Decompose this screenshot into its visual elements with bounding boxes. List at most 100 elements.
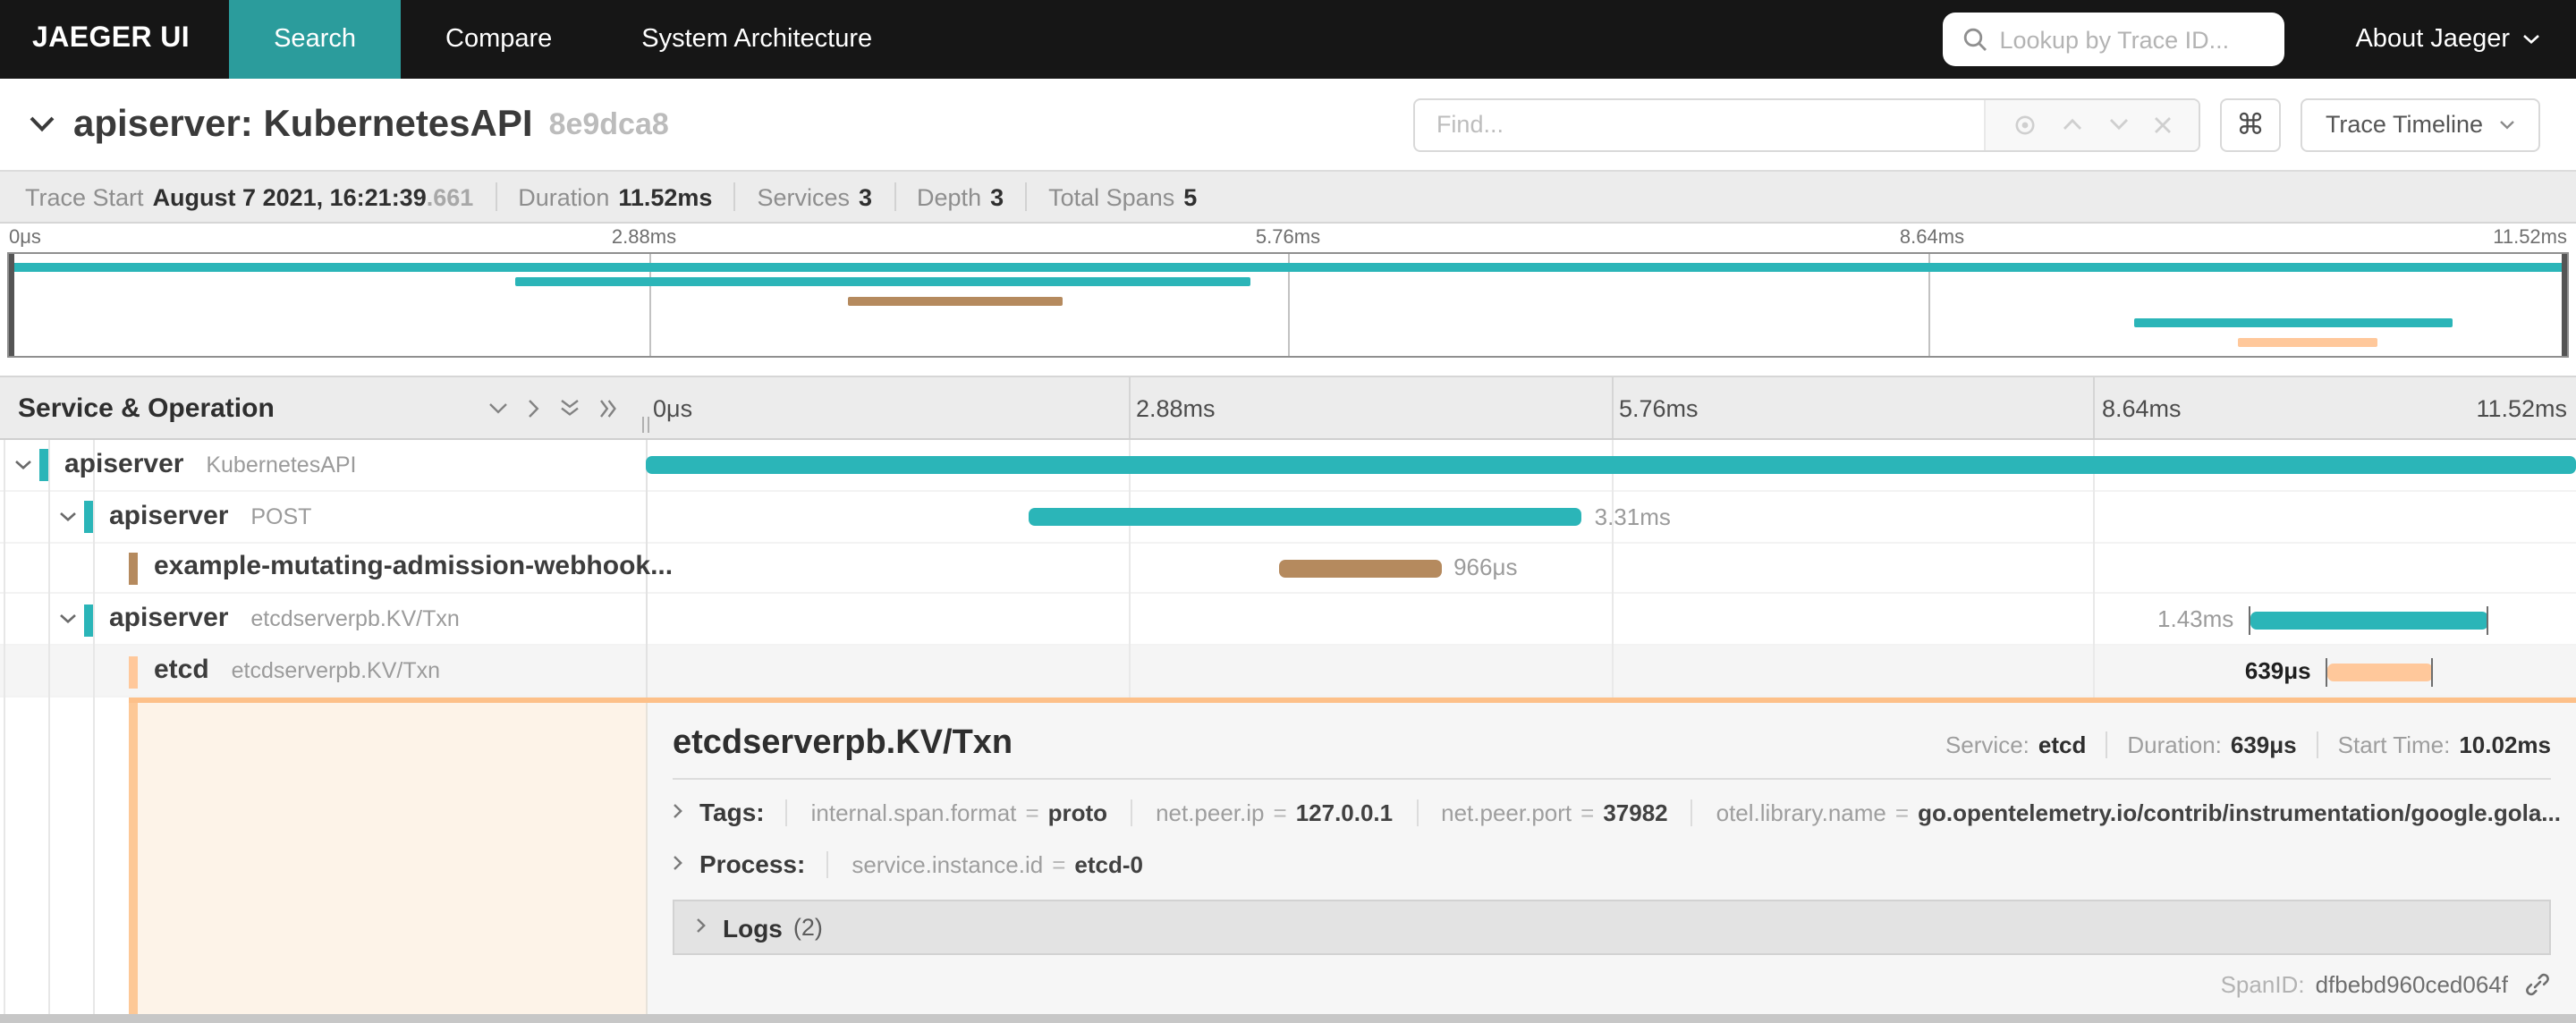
span-row-apiserver-etcd-txn[interactable]: apiserver etcdserverpb.KV/Txn 1.43ms [0,595,2576,647]
minimap-viewport[interactable] [7,252,2569,358]
tree-controls [488,398,631,418]
minimap-span-bar [9,263,2567,272]
span-graph-cell[interactable]: 1.43ms [646,595,2576,645]
span-color-bar [84,501,93,534]
span-graph-cell[interactable]: 639μs [646,646,2576,696]
trace-lookup-placeholder: Lookup by Trace ID... [1999,26,2230,53]
minimap-drag-handle-right[interactable] [2562,254,2567,356]
timeline-tick: 11.52ms [2476,394,2567,421]
span-name-cell[interactable]: apiserver POST [0,492,646,542]
chevron-down-icon [2522,34,2540,45]
copy-link-icon[interactable] [2524,971,2551,998]
span-id-label: SpanID: [2220,971,2305,998]
span-duration-bar[interactable] [2326,663,2434,681]
span-name-cell[interactable]: etcd etcdserverpb.KV/Txn [0,646,646,696]
minimap-tick: 8.64ms [1899,227,1965,249]
span-duration-label: 1.43ms [2157,605,2234,633]
span-row-etcd-txn[interactable]: etcd etcdserverpb.KV/Txn 639μs [0,646,2576,698]
nav-item-compare[interactable]: Compare [401,0,597,79]
expand-all-icon[interactable] [599,398,617,418]
collapse-all-icon[interactable] [560,399,580,417]
span-name-cell[interactable]: apiserver etcdserverpb.KV/Txn [0,595,646,645]
horizontal-scrollbar[interactable] [0,1014,2576,1023]
chevron-right-icon[interactable] [673,803,683,819]
span-rows: apiserver KubernetesAPI apiserver POST 3… [0,440,2576,1023]
gridline [2093,377,2096,438]
collapse-trace-chevron-icon[interactable] [29,116,55,132]
span-duration-label: 639μs [2244,657,2311,685]
span-duration-bar[interactable] [646,456,2576,475]
find-input[interactable]: Find... [1415,99,1984,149]
trace-view-selector[interactable]: Trace Timeline [2300,97,2540,151]
minimap-span-bar [2237,338,2378,347]
detail-duration: Duration: 639μs [2106,731,2297,758]
app-brand[interactable]: JAEGER UI [0,0,229,79]
about-jaeger-menu[interactable]: About Jaeger [2316,0,2576,79]
process-row[interactable]: Process: service.instance.id = etcd-0 [673,850,2551,878]
collapse-span-chevron-icon[interactable] [59,511,77,521]
summary-depth: Depth 3 [895,182,1028,211]
chevron-down-icon [2499,119,2515,130]
span-graph-cell[interactable]: 3.31ms [646,492,2576,542]
clear-find-icon[interactable] [2155,115,2173,133]
span-service: apiserver [64,448,184,479]
trace-lookup-input[interactable]: Lookup by Trace ID... [1942,13,2284,66]
find-controls [1983,99,2199,149]
minimap-span-bar [848,297,1063,306]
timeline-tick: 8.64ms [2102,394,2182,421]
expand-one-icon[interactable] [528,398,540,418]
timeline-ticks-header: 0μs 2.88ms 5.76ms 8.64ms 11.52ms [646,377,2576,438]
collapse-span-chevron-icon[interactable] [59,614,77,625]
tag-item: net.peer.port = 37982 [1416,799,1691,826]
detail-operation-title: etcdserverpb.KV/Txn [673,724,1013,762]
span-name-cell[interactable]: apiserver KubernetesAPI [0,440,646,490]
nav-item-system-architecture[interactable]: System Architecture [597,0,917,79]
span-service: apiserver [109,603,229,634]
span-duration-label: 3.31ms [1594,503,1671,530]
minimap-drag-handle-left[interactable] [9,254,14,356]
find-prev-icon[interactable] [2063,118,2082,131]
span-duration-bar[interactable] [1278,559,1442,578]
timeline-tick: 5.76ms [1619,394,1699,421]
span-color-bar [39,449,48,482]
find-next-icon[interactable] [2109,118,2129,131]
span-row-webhook[interactable]: example-mutating-admission-webhook... 96… [0,543,2576,595]
tags-row[interactable]: Tags: internal.span.format = proto net.pee… [673,798,2561,826]
span-color-bar [84,604,93,637]
trace-summary-bar: Trace Start August 7 2021, 16:21:39 .661… [0,170,2576,224]
nav-item-search[interactable]: Search [229,0,401,79]
collapse-one-icon[interactable] [488,402,508,414]
chevron-right-icon [696,917,707,934]
span-duration-bar[interactable] [1028,508,1582,527]
trace-minimap: 0μs 2.88ms 5.76ms 8.64ms 11.52ms [0,224,2576,358]
span-duration-label: 966μs [1453,554,1518,581]
process-label: Process: [699,850,806,878]
tag-item: internal.span.format = proto [785,799,1131,826]
service-operation-title: Service & Operation [18,393,275,423]
span-edge-tick [2248,605,2250,635]
detail-span-color-bar [129,698,138,1023]
trace-title: apiserver: KubernetesAPI [73,103,533,144]
span-name-cell[interactable]: example-mutating-admission-webhook... [0,543,673,593]
minimap-span-bar [2134,317,2453,326]
span-row-apiserver-kubernetesapi[interactable]: apiserver KubernetesAPI [0,440,2576,492]
span-color-bar [129,552,138,585]
timeline-tick: 0μs [653,394,693,421]
keyboard-shortcuts-button[interactable]: ⌘ [2219,97,2281,151]
detail-start-time: Start Time: 10.02ms [2316,731,2551,758]
logs-accordion[interactable]: Logs (2) [673,900,2551,955]
span-operation: etcdserverpb.KV/Txn [231,658,441,684]
detail-indent-fill [138,703,646,1023]
span-graph-cell[interactable]: 966μs [646,543,2576,593]
locate-icon[interactable] [2012,112,2037,137]
span-duration-bar[interactable] [2250,611,2489,630]
span-row-apiserver-post[interactable]: apiserver POST 3.31ms [0,492,2576,544]
collapse-span-chevron-icon[interactable] [14,460,32,470]
span-graph-cell[interactable] [646,440,2576,490]
trace-header: apiserver: KubernetesAPI 8e9dca8 Find... [0,79,2576,170]
minimap-tick: 0μs [9,227,41,249]
tags-label: Tags: [699,798,765,826]
chevron-right-icon[interactable] [673,855,683,871]
span-id-value: dfbebd960ced064f [2315,971,2508,998]
